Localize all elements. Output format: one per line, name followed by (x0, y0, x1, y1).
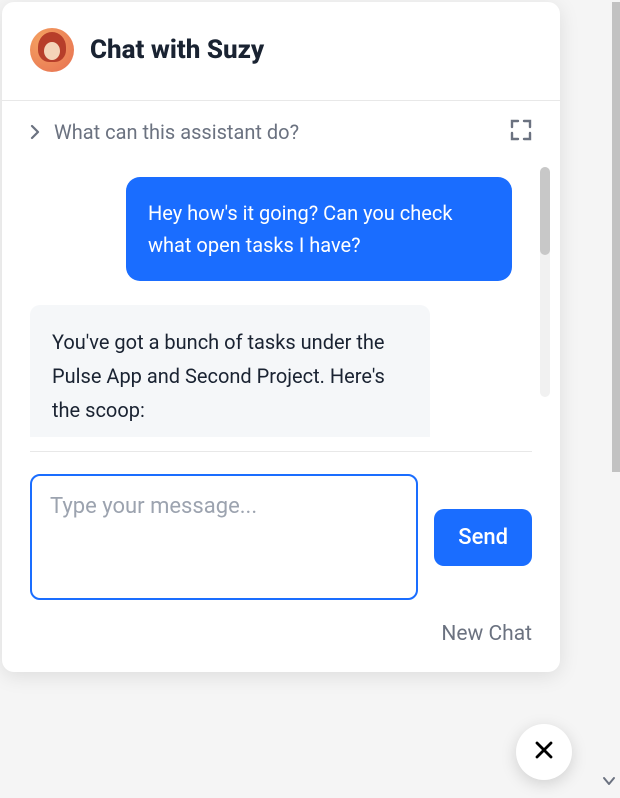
subheader: What can this assistant do? (2, 101, 560, 157)
assistant-message: You've got a bunch of tasks under the Pu… (30, 305, 430, 437)
message-input-wrap[interactable] (30, 474, 418, 600)
composer: Send New Chat (2, 452, 560, 672)
chat-panel: Chat with Suzy What can this assistant d… (2, 2, 560, 672)
assistant-info-label: What can this assistant do? (54, 120, 299, 144)
new-chat-button[interactable]: New Chat (30, 622, 532, 646)
user-message: Hey how's it going? Can you check what o… (126, 177, 512, 281)
scrollbar-thumb[interactable] (540, 167, 550, 255)
avatar (30, 28, 74, 72)
expand-icon[interactable] (510, 119, 532, 145)
assistant-info-toggle[interactable]: What can this assistant do? (30, 120, 299, 144)
chevron-right-icon (30, 124, 40, 140)
page-scrollbar[interactable] (612, 2, 620, 472)
chat-header: Chat with Suzy (2, 2, 560, 101)
message-input[interactable] (50, 494, 398, 544)
send-button[interactable]: Send (434, 509, 532, 566)
chevron-down-icon[interactable] (602, 774, 616, 790)
close-icon (533, 739, 555, 765)
messages-container: Hey how's it going? Can you check what o… (2, 157, 560, 437)
chat-title: Chat with Suzy (90, 35, 264, 65)
close-button[interactable] (516, 724, 572, 780)
